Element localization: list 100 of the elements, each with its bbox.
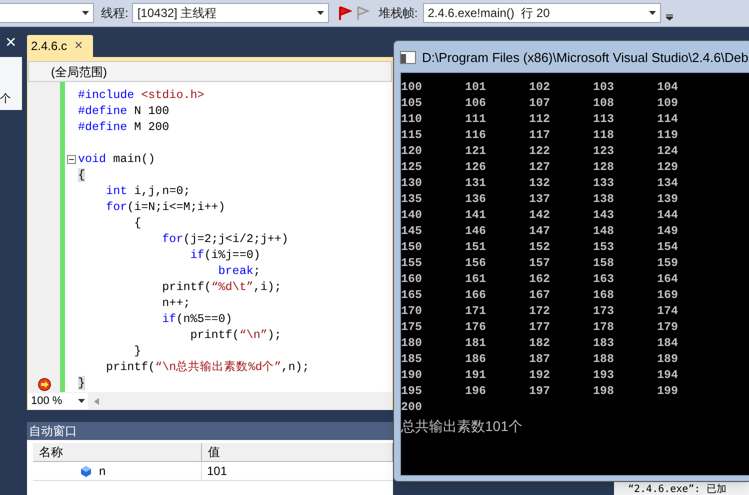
console-number: 143: [593, 207, 616, 224]
console-number: 108: [593, 95, 616, 112]
console-number: 169: [657, 287, 680, 304]
console-number: 158: [593, 255, 616, 272]
console-number: 144: [657, 207, 680, 224]
console-number: 180: [401, 335, 424, 352]
column-header[interactable]: 值: [202, 443, 393, 461]
console-number: 183: [593, 335, 616, 352]
console-number: 161: [465, 271, 488, 288]
code-line: n++;: [161, 295, 190, 312]
console-number: 186: [465, 351, 488, 368]
table-cell-text: n: [99, 463, 106, 480]
scope-dropdown[interactable]: (全局范围): [28, 61, 392, 82]
console-icon: [400, 51, 416, 64]
console-number: 133: [593, 175, 616, 192]
console-number: 113: [593, 111, 616, 128]
console-number: 150: [401, 239, 424, 256]
editor-tab[interactable]: 2.4.6.c ✕: [27, 35, 93, 57]
caret-icon: [78, 399, 85, 403]
overflow-icon[interactable]: [666, 14, 673, 20]
console-number: 200: [401, 399, 424, 416]
code-line: printf(“\n总共输出素数%d个”,n);: [105, 359, 310, 376]
console-number: 197: [529, 383, 552, 400]
close-button[interactable]: ✕: [5, 35, 17, 49]
column-header[interactable]: 名称: [33, 443, 202, 461]
console-number: 165: [401, 287, 424, 304]
console-number: 156: [465, 255, 488, 272]
console-number: 127: [529, 159, 552, 176]
console-number: 170: [401, 303, 424, 320]
console-number: 151: [465, 239, 488, 256]
console-number: 173: [593, 303, 616, 320]
console-number: 198: [593, 383, 616, 400]
console-number: 131: [465, 175, 488, 192]
code-line: printf(“%d\t”,i);: [161, 279, 282, 296]
console-number: 112: [529, 111, 552, 128]
console-number: 139: [657, 191, 680, 208]
console-number: 155: [401, 255, 424, 272]
console-number: 166: [465, 287, 488, 304]
console-number: 162: [529, 271, 552, 288]
console-number: 172: [529, 303, 552, 320]
console-number: 107: [529, 95, 552, 112]
console-output-line: 总共输出素数101个: [401, 417, 522, 435]
console-number: 159: [657, 255, 680, 272]
console-number: 191: [465, 367, 488, 384]
code-line: #define M 200: [78, 119, 170, 136]
console-number: 174: [657, 303, 680, 320]
console-number: 124: [657, 143, 680, 160]
console-number: 178: [593, 319, 616, 336]
tab-close-button[interactable]: ✕: [74, 38, 84, 54]
console-number: 164: [657, 271, 680, 288]
code-line: #define N 100: [78, 103, 170, 120]
console-number: 190: [401, 367, 424, 384]
flag-icon[interactable]: [338, 6, 352, 20]
console-number: 114: [657, 111, 680, 128]
console-number: 196: [465, 383, 488, 400]
caret-icon: [317, 11, 324, 15]
console-number: 123: [593, 143, 616, 160]
caret-icon: [82, 11, 89, 15]
console-number: 111: [465, 111, 488, 128]
code-line: int i,j,n=0;: [105, 183, 190, 200]
console-number: 179: [657, 319, 680, 336]
console-number: 195: [401, 383, 424, 400]
console-number: 157: [529, 255, 552, 272]
console-number: 147: [529, 223, 552, 240]
console-number: 118: [593, 127, 616, 144]
code-line: for(i=N;i<=M;i++): [105, 199, 226, 216]
table-cell-text: 101: [207, 463, 228, 480]
console-number: 122: [529, 143, 552, 160]
console-number: 121: [465, 143, 488, 160]
console-number: 182: [529, 335, 552, 352]
thread-dropdown[interactable]: [10432] 主线程: [132, 3, 330, 23]
console-number: 140: [401, 207, 424, 224]
console-number: 163: [593, 271, 616, 288]
console-number: 100: [401, 79, 424, 96]
code-line: if(n%5==0): [161, 311, 232, 328]
console-number: 138: [593, 191, 616, 208]
console-number: 102: [529, 79, 552, 96]
code-line: break;: [217, 263, 260, 280]
console-number: 145: [401, 223, 424, 240]
stack-frame-dropdown[interactable]: 2.4.6.exe!main() 行 20: [422, 3, 661, 23]
code-line: void main(): [78, 151, 156, 168]
console-number: 136: [465, 191, 488, 208]
scroll-left-icon[interactable]: [94, 398, 99, 404]
console-number: 192: [529, 367, 552, 384]
collapse-icon[interactable]: [67, 155, 76, 164]
console-number: 148: [593, 223, 616, 240]
console-number: 142: [529, 207, 552, 224]
console-number: 171: [465, 303, 488, 320]
code-line: if(i%j==0): [189, 247, 260, 264]
console-number: 184: [657, 335, 680, 352]
code-line: }: [133, 343, 142, 360]
dropdown[interactable]: [0, 3, 94, 23]
console-number: 175: [401, 319, 424, 336]
console-number: 103: [593, 79, 616, 96]
console-number: 104: [657, 79, 680, 96]
console-number: 146: [465, 223, 488, 240]
console-number: 167: [529, 287, 552, 304]
console-number: 189: [657, 351, 680, 368]
zoom-dropdown[interactable]: 100 %: [28, 393, 88, 409]
console-number: 135: [401, 191, 424, 208]
